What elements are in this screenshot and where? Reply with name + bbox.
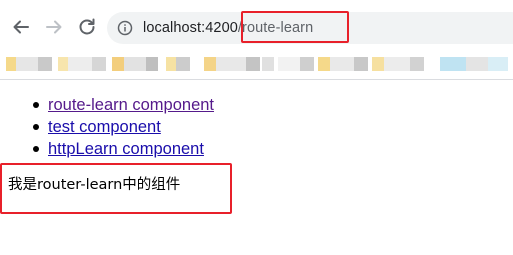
url-path-highlight-box — [241, 11, 349, 43]
bookmarks-bar — [0, 48, 513, 80]
bookmark-obscured[interactable] — [440, 57, 466, 71]
reload-icon — [79, 18, 95, 35]
forward-button[interactable] — [42, 15, 66, 39]
http-learn-link[interactable]: httpLearn component — [48, 140, 204, 158]
browser-window: localhost:4200/route-learn route-learn c… — [0, 0, 513, 255]
component-text-highlight-box — [0, 163, 232, 214]
bookmark-obscured[interactable] — [372, 57, 384, 71]
bookmark-obscured[interactable] — [300, 57, 314, 71]
bookmark-obscured[interactable] — [204, 57, 216, 71]
bookmark-obscured[interactable] — [410, 57, 424, 71]
bookmark-obscured[interactable] — [92, 57, 106, 71]
bookmark-obscured[interactable] — [330, 57, 354, 71]
bookmark-obscured[interactable] — [124, 57, 146, 71]
list-item: test component — [32, 116, 214, 138]
bookmark-obscured[interactable] — [216, 57, 246, 71]
bookmark-obscured[interactable] — [318, 57, 330, 71]
bookmark-obscured[interactable] — [262, 57, 274, 71]
bookmark-obscured[interactable] — [278, 57, 300, 71]
bookmark-obscured[interactable] — [466, 57, 488, 71]
bookmark-obscured[interactable] — [112, 57, 124, 71]
bookmark-obscured[interactable] — [384, 57, 410, 71]
bookmark-obscured[interactable] — [6, 57, 16, 71]
bookmark-obscured[interactable] — [488, 57, 508, 71]
route-learn-link[interactable]: route-learn component — [48, 96, 214, 114]
bookmark-obscured[interactable] — [68, 57, 92, 71]
arrow-right-icon — [46, 20, 62, 34]
back-button[interactable] — [9, 15, 33, 39]
page-content: route-learn component test component htt… — [0, 80, 513, 255]
bookmark-obscured[interactable] — [246, 57, 260, 71]
bookmark-obscured[interactable] — [58, 57, 68, 71]
arrow-left-icon — [13, 20, 29, 34]
route-link-list: route-learn component test component htt… — [32, 94, 214, 160]
list-item: route-learn component — [32, 94, 214, 116]
test-link[interactable]: test component — [48, 118, 161, 136]
url-host: localhost:4200 — [143, 20, 238, 36]
bookmark-obscured[interactable] — [146, 57, 158, 71]
bookmark-obscured[interactable] — [354, 57, 368, 71]
bookmark-obscured[interactable] — [16, 57, 38, 71]
info-icon[interactable] — [117, 20, 133, 36]
list-item: httpLearn component — [32, 138, 214, 160]
bookmark-obscured[interactable] — [176, 57, 190, 71]
reload-button[interactable] — [75, 15, 99, 39]
bookmark-obscured[interactable] — [166, 57, 176, 71]
bookmark-obscured[interactable] — [38, 57, 52, 71]
browser-toolbar: localhost:4200/route-learn — [0, 0, 513, 48]
